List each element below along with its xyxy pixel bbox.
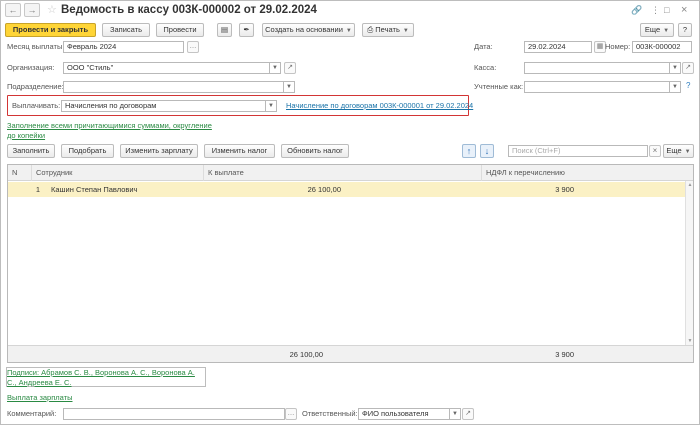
page-title: Ведомость в кассу 003К-000002 от 29.02.2…: [61, 4, 317, 16]
organization-open-icon[interactable]: ↗: [284, 62, 296, 74]
cash-field[interactable]: [524, 62, 670, 74]
scroll-down-icon[interactable]: ▼: [686, 338, 694, 344]
fill-settings-link[interactable]: Заполнение всеми причитающимися суммами,…: [7, 121, 222, 140]
move-down-icon[interactable]: ↓: [480, 144, 494, 158]
change-tax-button[interactable]: Изменить налог: [204, 144, 275, 158]
select-button[interactable]: Подобрать: [61, 144, 114, 158]
report-icon[interactable]: ▤: [217, 23, 232, 37]
column-header-n[interactable]: N: [8, 165, 32, 181]
column-header-ndfl[interactable]: НДФЛ к перечислению: [482, 165, 686, 181]
back-arrow-icon[interactable]: ←: [5, 3, 21, 17]
move-up-icon[interactable]: ↑: [462, 144, 476, 158]
signatures-link[interactable]: Подписи: Абрамов С. В., Воронова А. С., …: [7, 368, 205, 387]
month-field[interactable]: Февраль 2024: [63, 41, 184, 53]
cash-open-icon[interactable]: ↗: [682, 62, 694, 74]
attachment-icon[interactable]: ✒: [239, 23, 254, 37]
fill-button[interactable]: Заполнить: [7, 144, 55, 158]
more-label: Еще: [644, 25, 661, 34]
pay-label: Выплачивать:: [12, 101, 61, 110]
department-dropdown-icon[interactable]: ▼: [284, 81, 295, 93]
cash-label: Касса:: [474, 63, 497, 72]
more-button[interactable]: Еще ▼: [640, 23, 674, 37]
post-button[interactable]: Провести: [156, 23, 204, 37]
salary-payout-link[interactable]: Выплата зарплаты: [7, 393, 73, 403]
help-button[interactable]: ?: [678, 23, 692, 37]
department-field[interactable]: [63, 81, 284, 93]
column-header-employee[interactable]: Сотрудник: [32, 165, 204, 181]
table-scrollbar[interactable]: ▲ ▼: [685, 181, 693, 345]
help-question-icon[interactable]: ?: [686, 81, 690, 90]
responsible-open-icon[interactable]: ↗: [462, 408, 474, 420]
date-field[interactable]: 29.02.2024: [524, 41, 592, 53]
cash-dropdown-icon[interactable]: ▼: [670, 62, 681, 74]
cell-ndfl: 3 900: [555, 185, 574, 194]
create-based-on-button[interactable]: Создать на основании ▼: [262, 23, 355, 37]
accrual-document-link[interactable]: Начисление по договорам 003К-000001 от 2…: [286, 101, 473, 111]
chevron-down-icon: ▼: [402, 28, 409, 34]
table-row[interactable]: 1 Кашин Степан Павлович 26 100,00 3 900: [8, 182, 686, 197]
chevron-down-icon: ▼: [345, 28, 352, 34]
link-icon[interactable]: 🔗: [631, 4, 642, 16]
update-tax-button[interactable]: Обновить налог: [281, 144, 349, 158]
total-ndfl: 3 900: [555, 350, 574, 359]
chevron-down-icon: ▼: [663, 28, 670, 34]
comment-expand-icon[interactable]: …: [285, 408, 297, 420]
table-more-button[interactable]: Еще ▼: [663, 144, 694, 158]
column-header-to-pay[interactable]: К выплате: [204, 165, 482, 181]
organization-dropdown-icon[interactable]: ▼: [270, 62, 281, 74]
printer-icon: ⎙: [367, 25, 374, 34]
pay-type-select[interactable]: Начисления по договорам: [61, 100, 266, 112]
month-picker-icon[interactable]: …: [187, 41, 199, 53]
account-label: Учтенные как:: [474, 82, 524, 91]
table-header: N Сотрудник К выплате НДФЛ к перечислени…: [8, 165, 693, 181]
table-totals: 26 100,00 3 900: [8, 345, 693, 362]
forward-arrow-icon[interactable]: →: [24, 3, 40, 17]
post-and-close-button[interactable]: Провести и закрыть: [5, 23, 96, 37]
print-button[interactable]: ⎙ Печать ▼: [362, 23, 414, 37]
account-dropdown-icon[interactable]: ▼: [670, 81, 681, 93]
account-field[interactable]: [524, 81, 670, 93]
total-to-pay: 26 100,00: [289, 350, 323, 359]
close-icon[interactable]: ×: [681, 4, 687, 16]
pay-type-dropdown-icon[interactable]: ▼: [266, 100, 277, 112]
clear-search-icon[interactable]: ×: [649, 145, 661, 157]
maximize-icon[interactable]: □: [664, 4, 669, 16]
number-field[interactable]: 003К-000002: [632, 41, 692, 53]
organization-label: Организация:: [7, 63, 55, 72]
organization-field[interactable]: ООО "Стиль": [63, 62, 270, 74]
month-label: Месяц выплаты:: [7, 42, 65, 51]
department-label: Подразделение:: [7, 82, 64, 91]
responsible-field[interactable]: ФИО пользователя: [358, 408, 450, 420]
responsible-dropdown-icon[interactable]: ▼: [450, 408, 461, 420]
change-salary-button[interactable]: Изменить зарплату: [120, 144, 198, 158]
cell-to-pay: 26 100,00: [307, 185, 341, 194]
cell-n: 1: [35, 185, 40, 194]
comment-label: Комментарий:: [7, 409, 57, 418]
date-label: Дата:: [474, 42, 493, 51]
table-more-label: Еще: [666, 146, 682, 155]
scroll-up-icon[interactable]: ▲: [686, 182, 694, 188]
favorite-star-icon[interactable]: ☆: [47, 3, 57, 16]
comment-field[interactable]: [63, 408, 285, 420]
print-label: Печать: [375, 25, 400, 34]
chevron-down-icon: ▼: [684, 149, 691, 155]
search-input[interactable]: Поиск (Ctrl+F): [508, 145, 648, 157]
employees-table: N Сотрудник К выплате НДФЛ к перечислени…: [7, 164, 694, 363]
more-dots-icon[interactable]: ⋮: [651, 4, 660, 16]
number-label: Номер:: [605, 42, 631, 51]
save-button[interactable]: Записать: [102, 23, 150, 37]
cell-employee: Кашин Степан Павлович: [51, 185, 138, 194]
responsible-label: Ответственный:: [302, 409, 358, 418]
create-based-on-label: Создать на основании: [265, 25, 343, 34]
